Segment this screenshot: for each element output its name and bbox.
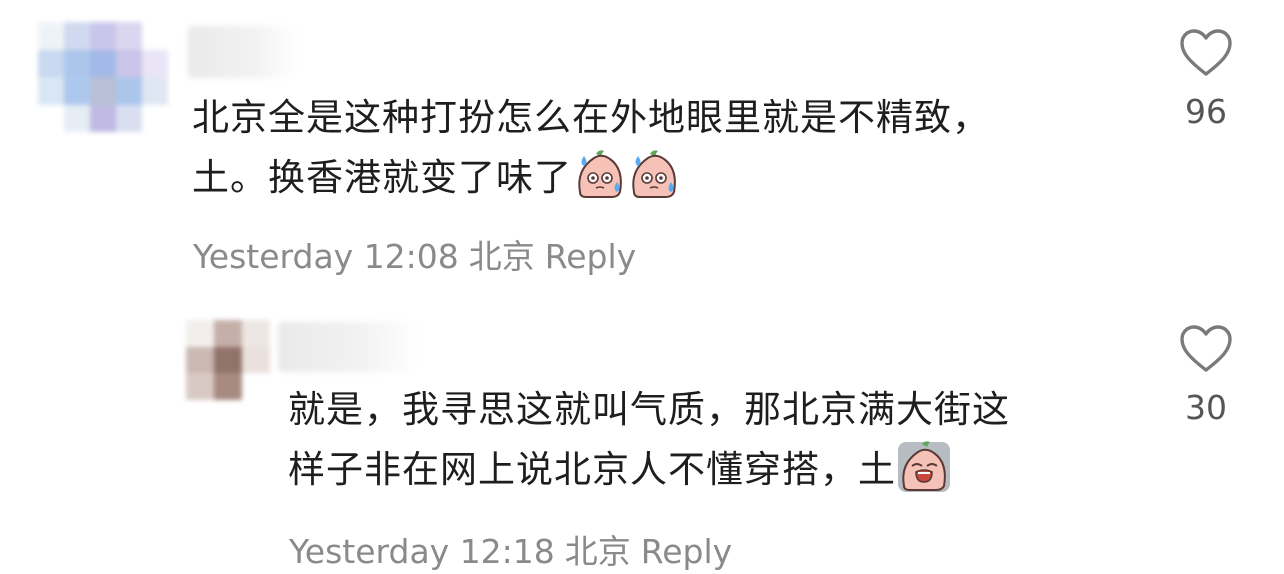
heart-outline-icon[interactable] bbox=[1179, 324, 1233, 374]
comment-line: 北京全是这种打扮怎么在外地眼里就是不精致， bbox=[192, 96, 990, 139]
avatar[interactable] bbox=[186, 320, 270, 400]
reply-button[interactable]: Reply bbox=[545, 237, 636, 276]
comment-text: 北京全是这种打扮怎么在外地眼里就是不精致， 土。换香港就变了味了 bbox=[192, 88, 990, 208]
reply-button[interactable]: Reply bbox=[641, 532, 732, 571]
heart-outline-icon[interactable] bbox=[1179, 28, 1233, 78]
timestamp: Yesterday 12:08 bbox=[193, 237, 459, 276]
timestamp: Yesterday 12:18 bbox=[289, 532, 555, 571]
like-count: 30 bbox=[1185, 388, 1227, 427]
comment-text: 就是，我寻思这就叫气质，那北京满大街这 样子非在网上说北京人不懂穿搭，土 bbox=[288, 380, 1010, 500]
like-control: 96 bbox=[1171, 28, 1241, 131]
comment-meta: Yesterday 12:08 北京 Reply bbox=[193, 230, 646, 278]
comment-meta: Yesterday 12:18 北京 Reply bbox=[289, 525, 742, 573]
like-control: 30 bbox=[1171, 324, 1241, 427]
username[interactable] bbox=[278, 322, 418, 372]
comment-line: 就是，我寻思这就叫气质，那北京满大街这 bbox=[288, 388, 1010, 431]
location: 北京 bbox=[564, 532, 631, 571]
location: 北京 bbox=[468, 237, 535, 276]
comment-reply: 就是，我寻思这就叫气质，那北京满大街这 样子非在网上说北京人不懂穿搭，土 Yes… bbox=[0, 310, 1284, 574]
username[interactable] bbox=[188, 26, 298, 78]
comment-line: 样子非在网上说北京人不懂穿搭，土 bbox=[288, 440, 1010, 500]
sweat-peach-emoji bbox=[574, 148, 626, 200]
crying-peach-emoji bbox=[898, 440, 950, 492]
sweat-peach-emoji bbox=[628, 148, 680, 200]
like-count: 96 bbox=[1185, 92, 1227, 131]
comment-line: 土。换香港就变了味了 bbox=[192, 148, 990, 208]
comment: 北京全是这种打扮怎么在外地眼里就是不精致， 土。换香港就变了味了 Yesterd… bbox=[0, 0, 1284, 290]
avatar[interactable] bbox=[38, 22, 168, 132]
